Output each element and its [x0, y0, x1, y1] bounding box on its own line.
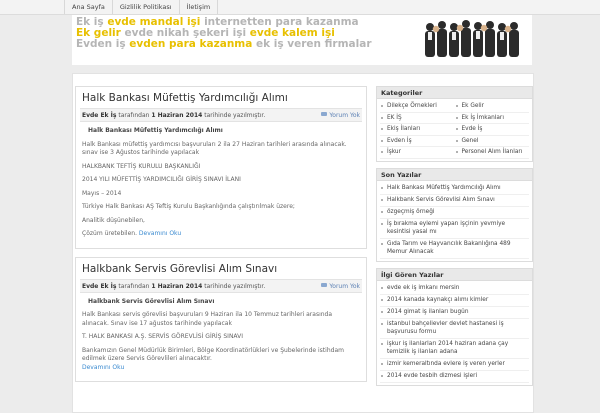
popular-post-link[interactable]: izmir kemeraltında evlere iş veren yerle… — [380, 359, 529, 371]
post-by-text: tarafından — [118, 282, 150, 290]
post-card: Halk Bankası Müfettiş Yardımcılığı Alımı… — [75, 86, 367, 249]
categories-title: Kategoriler — [377, 87, 532, 99]
category-link[interactable]: Evde İş — [454, 124, 529, 136]
popular-posts-widget: İlgi Gören Yazılar evde ek iş imkanı mer… — [376, 267, 533, 386]
post-title-link[interactable]: Halk Bankası Müfettiş Yardımcılığı Alımı — [82, 91, 360, 105]
post-date: 1 Haziran 2014 — [151, 282, 203, 290]
post-paragraph: Analitik düşünebilen, — [82, 216, 145, 224]
post-paragraph: Halk Bankası servis görevlisi başvurular… — [82, 311, 333, 327]
post-subheading: Halk Bankası Müfettiş Yardımcılığı Alımı — [88, 127, 223, 134]
popular-post-link[interactable]: istanbul bahçelievler devlet hastanesi i… — [380, 319, 529, 339]
category-link[interactable]: EK İŞ — [380, 113, 455, 124]
popular-posts-title: İlgi Gören Yazılar — [377, 268, 532, 281]
recent-post-link[interactable]: Gıda Tarım ve Hayvancılık Bakanlığına 48… — [380, 239, 529, 259]
popular-post-link[interactable]: 2014 gimat iş ilanları bugün — [380, 307, 529, 319]
header-banner[interactable]: Ek iş evde mandal işi internetten para k… — [76, 17, 372, 50]
banner-phrase: ek iş veren firmalar — [255, 38, 372, 50]
categories-list: Dilekçe Örnekleri Ek Gelir EK İŞ Ek İş İmka… — [377, 99, 532, 161]
banner-phrase: Evden iş — [76, 38, 130, 50]
post-date-text: tarihinde yazılmıştır. — [204, 282, 266, 290]
category-link[interactable]: Ek İş İmkanları — [454, 113, 529, 124]
nav-privacy-link[interactable]: Gizlilik Politikası — [113, 0, 180, 14]
nav-contact-link[interactable]: İletişim — [180, 0, 219, 14]
post-author-link[interactable]: Evde Ek İş — [82, 283, 116, 290]
post-paragraph: Mayıs – 2014 — [82, 189, 122, 197]
banner-phrase: evden para kazanma — [129, 38, 256, 50]
comments-link[interactable]: Yorum Yok — [321, 109, 360, 122]
category-link[interactable]: Personel Alım İlanları — [454, 147, 529, 159]
recent-post-link[interactable]: İş bırakma eylemi yapan işçinin yevmiye … — [380, 219, 529, 239]
comments-label: Yorum Yok — [329, 282, 360, 290]
post-paragraph: 2014 YILI MÜFETTİŞ YARDIMCILIĞI GİRİŞ SI… — [82, 176, 241, 183]
post-subheading: Halkbank Servis Görevlisi Alım Sınavı — [88, 297, 215, 305]
popular-post-link[interactable]: 2014 evde tesbih dizmesi işleri — [380, 371, 529, 383]
recent-posts-widget: Son Yazılar Halk Bankası Müfettiş Yardım… — [376, 167, 533, 262]
comments-link[interactable]: Yorum Yok — [321, 280, 360, 293]
post-list: Halk Bankası Müfettiş Yardımcılığı Alımı… — [75, 86, 367, 390]
category-link[interactable]: Ekiş İlanları — [380, 124, 455, 136]
sidebar: Kategoriler Dilekçe Örnekleri Ek Gelir EK … — [376, 86, 533, 392]
category-link[interactable]: İşkur — [380, 147, 455, 159]
category-link[interactable]: Ek Gelir — [454, 101, 529, 113]
post-last-line: Çözüm üretebilen. — [82, 230, 137, 237]
post-last-line: Bankamızın Genel Müdürlük Birimleri, Böl… — [82, 346, 344, 363]
popular-posts-list: evde ek iş imkanı mersin 2014 kanada kayn… — [377, 281, 532, 385]
popular-post-link[interactable]: 2014 kanada kaynakçı alımı kimler — [380, 295, 529, 307]
popular-post-link[interactable]: evde ek iş imkanı mersin — [380, 283, 529, 295]
category-link[interactable]: Evden İş — [380, 136, 455, 147]
nav-home-link[interactable]: Ana Sayfa — [64, 0, 113, 14]
post-title-link[interactable]: Halkbank Servis Görevlisi Alım Sınavı — [82, 262, 360, 276]
popular-post-link[interactable]: işkur iş ilanlarları 2014 haziran adana … — [380, 339, 529, 359]
post-paragraph: T. HALK BANKASI A.Ş. SERVİS GÖREVLİSİ Gİ… — [82, 333, 244, 340]
read-more-link[interactable]: Devamını Oku — [82, 364, 124, 371]
post-paragraph: Halk Bankası müfettiş yardımcısı başvuru… — [82, 140, 347, 157]
category-link[interactable]: Genel — [454, 136, 529, 147]
post-card: Halkbank Servis Görevlisi Alım Sınavı Ev… — [75, 256, 367, 382]
post-excerpt-end: Bankamızın Genel Müdürlük Birimleri, Böl… — [82, 347, 360, 373]
category-link[interactable]: Dilekçe Örnekleri — [380, 101, 455, 113]
comment-bubble-icon — [321, 282, 328, 287]
post-meta: Evde Ek İş tarafından 1 Haziran 2014 tar… — [80, 108, 362, 122]
read-more-link[interactable]: Devamını Oku — [139, 230, 181, 237]
post-meta: Evde Ek İş tarafından 1 Haziran 2014 tar… — [80, 278, 362, 293]
post-author-link[interactable]: Evde Ek İş — [82, 112, 116, 119]
recent-post-link[interactable]: Halk Bankası Müfettiş Yardımcılığı Alımı — [380, 183, 529, 195]
comments-label: Yorum Yok — [329, 112, 360, 119]
post-excerpt-end: Çözüm üretebilen. Devamını Oku — [82, 230, 360, 239]
recent-post-link[interactable]: Halkbank Servis Görevlisi Alım Sınavı — [380, 195, 529, 207]
banner-line-3: Evden iş evden para kazanma ek iş veren … — [76, 39, 372, 50]
content-wrapper: Halk Bankası Müfettiş Yardımcılığı Alımı… — [72, 73, 534, 413]
post-paragraph: Türkiye Halk Bankası AŞ Teftiş Kurulu Ba… — [82, 203, 295, 210]
top-navigation: Ana Sayfa Gizlilik Politikası İletişim — [0, 0, 600, 15]
post-by-text: tarafından — [118, 112, 150, 119]
categories-widget: Kategoriler Dilekçe Örnekleri Ek Gelir EK … — [376, 86, 533, 162]
post-paragraph: HALKBANK TEFTİŞ KURULU BAŞKANLIĞI — [82, 162, 201, 170]
recent-posts-title: Son Yazılar — [377, 168, 532, 181]
site-header: Ek iş evde mandal işi internetten para k… — [72, 15, 532, 65]
post-date-text: tarihinde yazılmıştır. — [204, 112, 266, 119]
recent-posts-list: Halk Bankası Müfettiş Yardımcılığı Alımı… — [377, 181, 532, 261]
comment-bubble-icon — [321, 112, 328, 116]
post-date: 1 Haziran 2014 — [151, 112, 203, 119]
business-people-image — [412, 15, 532, 65]
recent-post-link[interactable]: özgeçmiş örneği — [380, 207, 529, 219]
